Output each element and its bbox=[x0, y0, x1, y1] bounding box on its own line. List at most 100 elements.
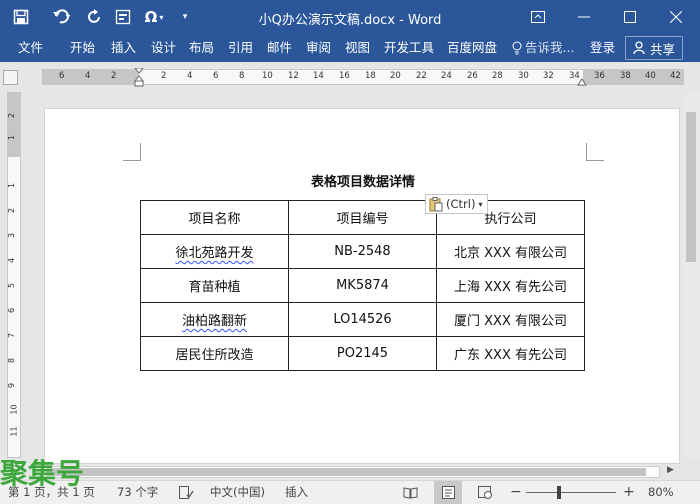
tell-me-text: 告诉我... bbox=[525, 40, 575, 55]
ruler-tick: 9 bbox=[7, 382, 17, 389]
maximize-icon[interactable] bbox=[607, 0, 653, 34]
vertical-ruler[interactable]: 2 1 1 2 3 4 5 6 7 8 9 10 11 bbox=[7, 92, 21, 458]
word-count[interactable]: 73 个字 bbox=[117, 481, 158, 504]
ribbon-tabs: 文件 开始 插入 设计 布局 引用 邮件 审阅 视图 开发工具 百度网盘 告诉我… bbox=[0, 34, 700, 62]
table-cell[interactable]: PO2145 bbox=[288, 336, 437, 371]
zoom-slider[interactable] bbox=[526, 492, 616, 493]
zoom-level[interactable]: 80% bbox=[648, 481, 674, 504]
ruler-tick: 4 bbox=[187, 71, 193, 81]
insert-mode[interactable]: 插入 bbox=[285, 481, 308, 504]
language-indicator[interactable]: 中文(中国) bbox=[210, 481, 265, 504]
close-icon[interactable] bbox=[653, 0, 699, 34]
horizontal-ruler[interactable]: 6 4 2 2 4 6 8 10 12 14 16 18 20 22 24 26… bbox=[42, 68, 684, 88]
ruler-tick: 8 bbox=[7, 357, 17, 364]
document-page[interactable]: 表格项目数据详情 项目名称 项目编号 执行公司 徐北苑路开发 NB-2548 北… bbox=[44, 108, 680, 464]
ruler-tick: 10 bbox=[9, 404, 19, 415]
tab-insert[interactable]: 插入 bbox=[111, 34, 136, 62]
ruler-tick: 32 bbox=[543, 71, 554, 81]
ruler-tick: 42 bbox=[670, 71, 681, 81]
table-row: 育苗种植 MK5874 上海 XXX 有先公司 bbox=[140, 268, 585, 303]
tab-home[interactable]: 开始 bbox=[70, 34, 95, 62]
ruler-tick: 11 bbox=[9, 426, 19, 437]
zoom-slider-thumb[interactable] bbox=[557, 486, 561, 499]
ruler-area: 6 4 2 2 4 6 8 10 12 14 16 18 20 22 24 26… bbox=[0, 62, 700, 92]
title-bar: Ω ▾ ▾ 小Q办公演示文稿.docx - Word bbox=[0, 0, 700, 34]
tab-developer[interactable]: 开发工具 bbox=[384, 34, 434, 62]
vertical-scrollbar[interactable] bbox=[683, 92, 700, 458]
scrollbar-thumb[interactable] bbox=[46, 468, 646, 476]
table-cell[interactable]: LO14526 bbox=[288, 302, 437, 337]
tell-me-box[interactable]: 告诉我... bbox=[512, 34, 574, 62]
minimize-icon[interactable] bbox=[561, 0, 607, 34]
print-layout-icon[interactable] bbox=[434, 481, 462, 504]
proofing-icon[interactable] bbox=[179, 481, 194, 504]
table-cell[interactable]: 育苗种植 bbox=[140, 268, 289, 303]
zoom-out-icon[interactable]: − bbox=[510, 481, 522, 504]
clipboard-icon bbox=[429, 196, 443, 211]
document-title: 表格项目数据详情 bbox=[310, 175, 415, 190]
ruler-tick: 2 bbox=[7, 112, 17, 119]
scrollbar-thumb[interactable] bbox=[686, 112, 696, 262]
ruler-tick: 10 bbox=[262, 71, 273, 81]
tab-view[interactable]: 视图 bbox=[345, 34, 370, 62]
table-row: 居民住所改造 PO2145 广东 XXX 有先公司 bbox=[140, 336, 585, 371]
ruler-tick: 2 bbox=[161, 71, 167, 81]
ruler-tick: 28 bbox=[492, 71, 503, 81]
watermark-logo: 聚集号 bbox=[0, 457, 85, 490]
table-cell-text: 油柏路翻新 bbox=[181, 314, 247, 329]
table-cell[interactable]: 上海 XXX 有先公司 bbox=[436, 268, 585, 303]
ruler-tick: 12 bbox=[288, 71, 299, 81]
tab-mailings[interactable]: 邮件 bbox=[267, 34, 292, 62]
ruler-tick: 4 bbox=[7, 257, 17, 264]
zoom-in-icon[interactable]: + bbox=[623, 481, 635, 504]
ruler-tick: 24 bbox=[441, 71, 452, 81]
table-cell[interactable]: 厦门 XXX 有限公司 bbox=[436, 302, 585, 337]
tab-selector[interactable] bbox=[3, 70, 18, 85]
ruler-tick: 5 bbox=[7, 282, 17, 289]
tab-references[interactable]: 引用 bbox=[228, 34, 253, 62]
table-header-cell[interactable]: 项目编号 bbox=[288, 200, 437, 235]
share-button[interactable]: 共享 bbox=[625, 36, 683, 60]
ruler-tick: 1 bbox=[7, 134, 17, 141]
ruler-tick: 40 bbox=[645, 71, 656, 81]
table-row: 徐北苑路开发 NB-2548 北京 XXX 有限公司 bbox=[140, 234, 585, 269]
table-header-cell[interactable]: 项目名称 bbox=[140, 200, 289, 235]
table-cell[interactable]: NB-2548 bbox=[288, 234, 437, 269]
ruler-tick: 20 bbox=[390, 71, 401, 81]
tab-layout[interactable]: 布局 bbox=[189, 34, 214, 62]
table-header-row: 项目名称 项目编号 执行公司 bbox=[140, 200, 585, 235]
login-link[interactable]: 登录 bbox=[590, 34, 615, 62]
data-table[interactable]: 项目名称 项目编号 执行公司 徐北苑路开发 NB-2548 北京 XXX 有限公… bbox=[140, 200, 585, 371]
ruler-tick: 38 bbox=[620, 71, 631, 81]
tab-baidu-netdisk[interactable]: 百度网盘 bbox=[447, 34, 497, 62]
ruler-tick: 2 bbox=[7, 207, 17, 214]
person-icon bbox=[633, 41, 645, 55]
status-bar: 第 1 页，共 1 页 73 个字 中文(中国) 插入 − + 80% bbox=[0, 480, 700, 504]
tab-review[interactable]: 审阅 bbox=[306, 34, 331, 62]
right-indent-marker-icon[interactable] bbox=[577, 78, 587, 86]
table-row: 油柏路翻新 LO14526 厦门 XXX 有限公司 bbox=[140, 302, 585, 337]
table-cell[interactable]: 油柏路翻新 bbox=[140, 302, 289, 337]
indent-marker-icon[interactable] bbox=[134, 68, 144, 88]
tab-design[interactable]: 设计 bbox=[151, 34, 176, 62]
web-layout-icon[interactable] bbox=[478, 481, 493, 504]
ruler-tick: 18 bbox=[365, 71, 376, 81]
table-cell[interactable]: 北京 XXX 有限公司 bbox=[436, 234, 585, 269]
ruler-tick: 22 bbox=[416, 71, 427, 81]
ruler-tick: 30 bbox=[518, 71, 529, 81]
table-cell[interactable]: MK5874 bbox=[288, 268, 437, 303]
table-cell[interactable]: 徐北苑路开发 bbox=[140, 234, 289, 269]
table-cell[interactable]: 居民住所改造 bbox=[140, 336, 289, 371]
paste-options-button[interactable]: (Ctrl) ▾ bbox=[425, 194, 488, 214]
ruler-tick: 4 bbox=[85, 71, 91, 81]
ruler-tick: 8 bbox=[239, 71, 245, 81]
tab-file[interactable]: 文件 bbox=[18, 34, 43, 62]
scroll-right-icon[interactable]: ▶ bbox=[667, 465, 674, 475]
lightbulb-icon bbox=[512, 41, 522, 55]
read-mode-icon[interactable] bbox=[403, 481, 418, 504]
ribbon-display-icon[interactable] bbox=[515, 0, 561, 34]
margin-corner-mark bbox=[123, 143, 141, 161]
table-cell[interactable]: 广东 XXX 有先公司 bbox=[436, 336, 585, 371]
horizontal-scrollbar[interactable]: ▶ bbox=[0, 464, 700, 480]
margin-corner-mark bbox=[586, 143, 604, 161]
